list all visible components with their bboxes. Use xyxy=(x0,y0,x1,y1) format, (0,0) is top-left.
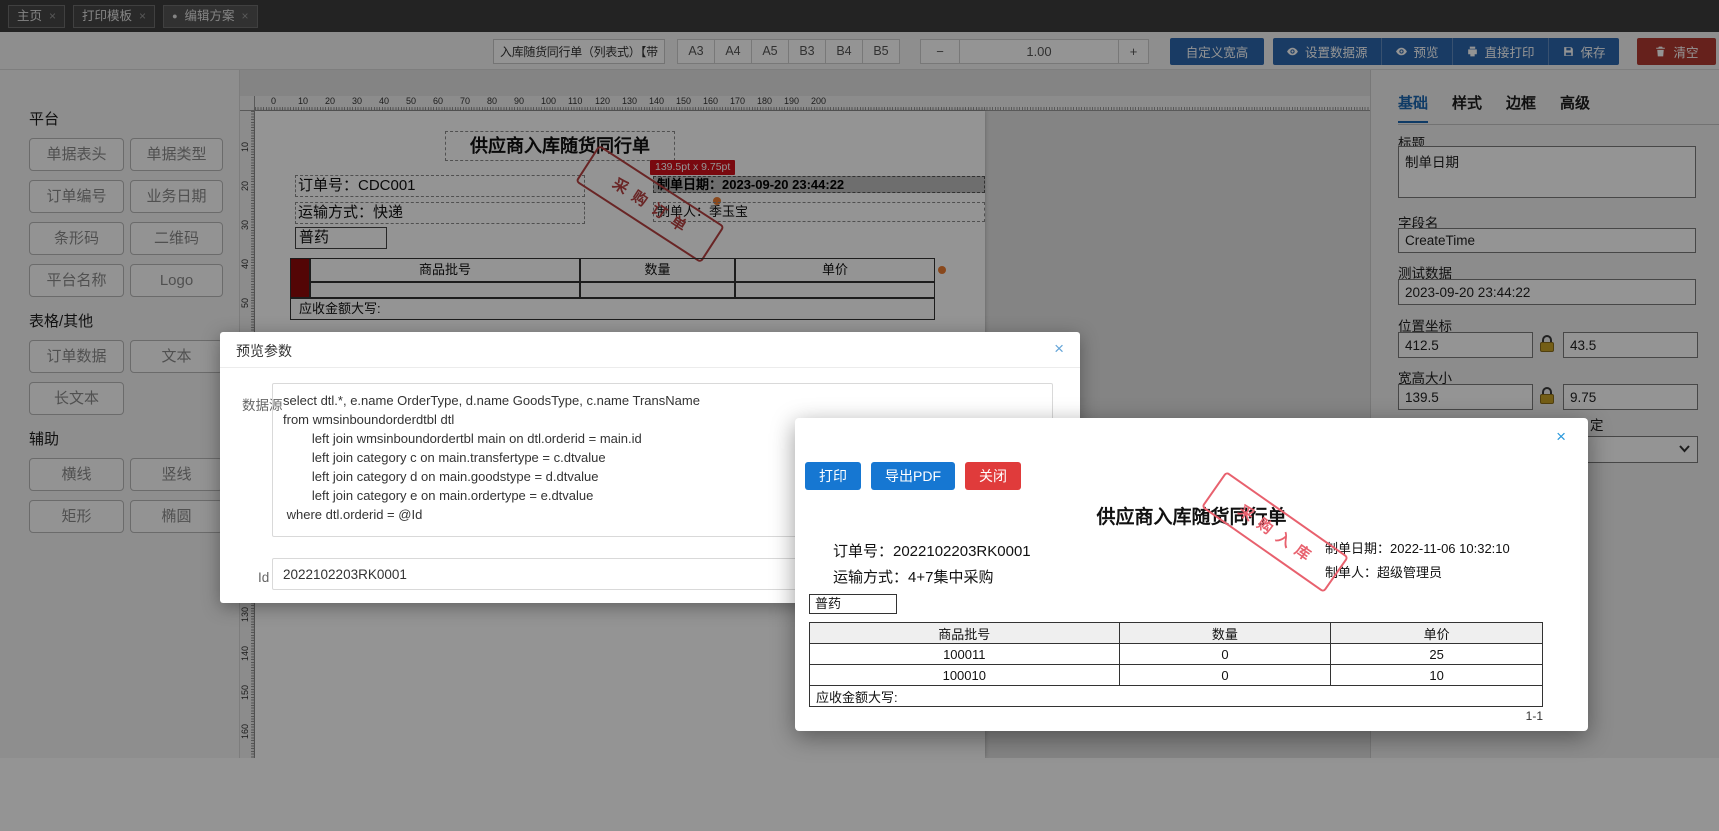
sql-line: select dtl.*, e.name OrderType, d.name G… xyxy=(283,393,700,408)
table-cell: 10 xyxy=(1330,664,1543,686)
col-header: 数量 xyxy=(1118,622,1332,644)
close-button[interactable]: 关闭 xyxy=(965,462,1021,490)
table-cell: 0 xyxy=(1118,643,1332,665)
page-indicator: 1-1 xyxy=(1525,709,1543,723)
close-icon[interactable]: × xyxy=(1556,428,1566,445)
print-button[interactable]: 打印 xyxy=(805,462,861,490)
table-cell: 0 xyxy=(1118,664,1332,686)
print-preview-dialog: × 打印 导出PDF 关闭 供应商入库随货同行单 订单号：2022102203R… xyxy=(795,418,1588,731)
table-footer-row: 应收金额大写: xyxy=(809,685,1543,707)
preview-order-no: 订单号：2022102203RK0001 xyxy=(833,543,1031,560)
id-label: Id xyxy=(258,570,270,585)
preview-stamp-purchase-inbound: 采购入库 xyxy=(1200,470,1350,594)
app-window: 主页 × 打印模板 × ● 编辑方案 × 入库随货同行单（列表式）【带 A3 A4… xyxy=(0,0,1719,831)
table-cell: 100010 xyxy=(809,664,1120,686)
table-cell: 25 xyxy=(1330,643,1543,665)
preview-date: 制单日期：2022-11-06 10:32:10 xyxy=(1325,541,1510,556)
close-icon[interactable]: × xyxy=(1054,340,1064,357)
table-row: 100011 0 25 xyxy=(809,643,1543,665)
col-header: 商品批号 xyxy=(809,622,1120,644)
dialog-header: 预览参数 × xyxy=(220,332,1080,368)
table-footer-cell: 应收金额大写: xyxy=(809,685,1543,707)
col-header: 单价 xyxy=(1330,622,1543,644)
preview-actions: 打印 导出PDF 关闭 xyxy=(805,462,1021,490)
table-row: 100010 0 10 xyxy=(809,664,1543,686)
preview-transport: 运输方式：4+7集中采购 xyxy=(833,569,994,586)
table-header-row: 商品批号 数量 单价 xyxy=(809,622,1543,644)
preview-doc-title: 供应商入库随货同行单 xyxy=(1096,507,1287,528)
preview-table: 商品批号 数量 单价 100011 0 25 100010 0 10 应收金额大写: xyxy=(809,622,1543,707)
preview-goods-type: 普药 xyxy=(809,594,897,614)
dialog-title: 预览参数 xyxy=(236,343,292,359)
export-pdf-button[interactable]: 导出PDF xyxy=(871,462,955,490)
table-cell: 100011 xyxy=(809,643,1120,665)
